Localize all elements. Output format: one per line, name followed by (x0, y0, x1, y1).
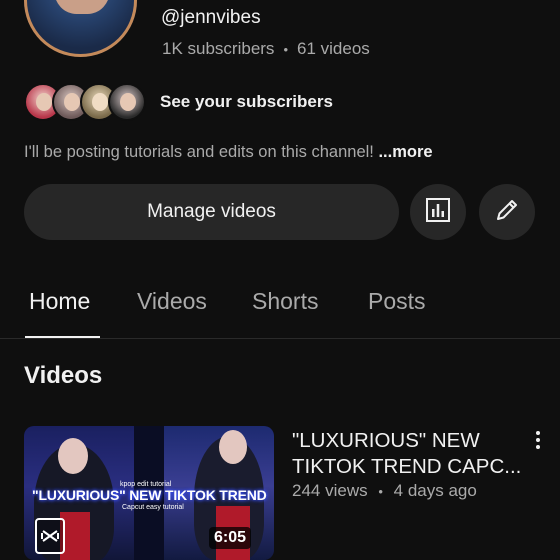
channel-avatar[interactable] (24, 0, 137, 57)
tab-shorts[interactable]: Shorts (252, 288, 318, 315)
more-options-icon[interactable] (528, 428, 548, 452)
thumbnail-caption-bottom: Capcut easy tutorial (122, 504, 184, 511)
subscriber-count: 1K subscribers (162, 39, 275, 58)
video-duration-badge: 6:05 (209, 527, 252, 549)
meta-separator: • (378, 484, 383, 499)
channel-description[interactable]: I'll be posting tutorials and edits on t… (24, 143, 433, 162)
thumbnail-face (219, 430, 247, 464)
description-text: I'll be posting tutorials and edits on t… (24, 143, 379, 161)
manage-videos-button[interactable]: Manage videos (24, 184, 399, 240)
edit-channel-button[interactable] (479, 184, 535, 240)
analytics-button[interactable] (410, 184, 466, 240)
video-title[interactable]: "LUXURIOUS" NEW TIKTOK TREND CAPC... (292, 428, 522, 480)
tabs-divider (0, 338, 560, 339)
tab-posts[interactable]: Posts (368, 288, 426, 315)
description-more-link[interactable]: ...more (378, 143, 432, 161)
tab-home[interactable]: Home (29, 288, 90, 315)
channel-stats: 1K subscribers • 61 videos (162, 39, 370, 59)
stats-separator: • (283, 41, 288, 57)
channel-handle: @jennvibes (161, 7, 261, 28)
see-subscribers-row[interactable]: See your subscribers (24, 83, 333, 121)
thumbnail-face (58, 438, 88, 474)
channel-tabs: Home Videos Shorts Posts (0, 283, 560, 339)
capcut-logo-icon (35, 518, 65, 554)
video-meta: 244 views • 4 days ago (292, 481, 477, 501)
videos-section-title: Videos (24, 362, 103, 389)
avatar-face (54, 0, 110, 14)
tab-videos[interactable]: Videos (137, 288, 207, 315)
video-views: 244 views (292, 481, 368, 500)
see-subscribers-label: See your subscribers (160, 92, 333, 111)
pencil-icon (493, 196, 521, 229)
analytics-icon (425, 197, 451, 228)
video-count: 61 videos (297, 39, 370, 58)
video-age: 4 days ago (393, 481, 477, 500)
subscriber-avatar (108, 83, 146, 121)
